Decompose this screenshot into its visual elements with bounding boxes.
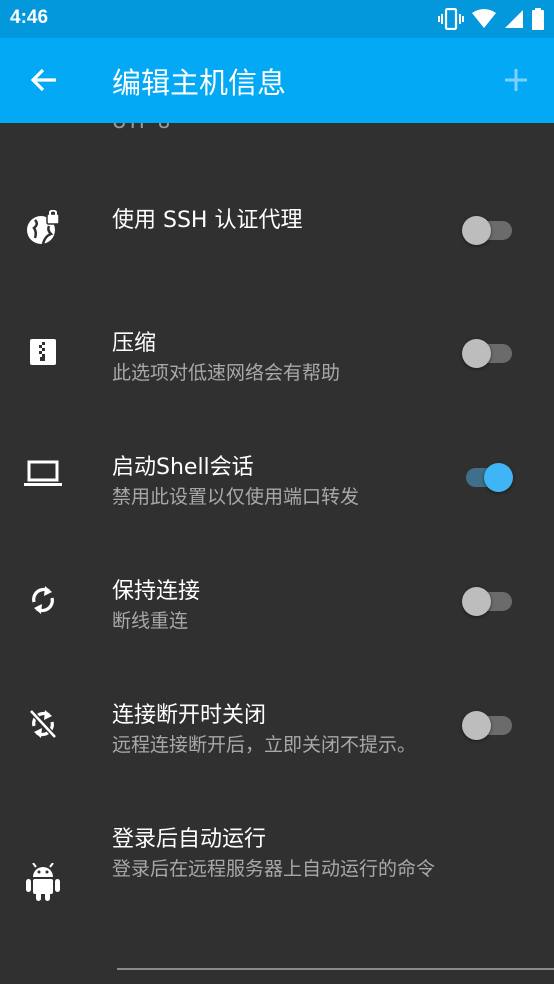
encoding-value-partial: UTF-8 (112, 123, 170, 133)
setting-subtitle-post-login: 登录后在远程服务器上自动运行的命令 (112, 858, 436, 880)
ssh-agent-switch[interactable] (462, 213, 512, 245)
input-underline (117, 968, 554, 970)
setting-row-post-login[interactable]: 登录后自动运行 登录后在远程服务器上自动运行的命令 (0, 789, 554, 939)
plus-icon (505, 69, 527, 91)
setting-title-ssh-agent: 使用 SSH 认证代理 (112, 208, 303, 233)
app-bar: 编辑主机信息 (0, 38, 554, 123)
setting-title-keep-alive: 保持连接 (112, 579, 201, 604)
setting-subtitle-shell-session: 禁用此设置以仅使用端口转发 (112, 486, 360, 508)
setting-row-close-on-disconnect[interactable]: 连接断开时关闭 远程连接断开后，立即关闭不提示。 (0, 665, 554, 789)
setting-title-shell-session: 启动Shell会话 (112, 455, 254, 480)
status-bar: 4:46 (0, 0, 554, 38)
laptop-icon (22, 453, 64, 495)
sync-icon (22, 579, 64, 621)
zip-file-icon (22, 331, 64, 373)
back-button[interactable] (22, 58, 66, 102)
switch-thumb (484, 463, 513, 492)
page-title: 编辑主机信息 (112, 66, 287, 100)
setting-subtitle-keep-alive: 断线重连 (112, 610, 189, 632)
shell-session-switch[interactable] (462, 460, 513, 492)
vibrate-icon (438, 8, 464, 30)
switch-thumb (462, 339, 491, 368)
add-button[interactable] (496, 60, 536, 100)
setting-subtitle-compression: 此选项对低速网络会有帮助 (112, 362, 341, 384)
setting-row-compression[interactable]: 压缩 此选项对低速网络会有帮助 (0, 293, 554, 417)
compression-switch[interactable] (462, 336, 512, 368)
setting-title-compression: 压缩 (112, 331, 157, 356)
globe-lock-icon (22, 207, 64, 249)
setting-row-keep-alive[interactable]: 保持连接 断线重连 (0, 541, 554, 665)
setting-title-close-on-disconnect: 连接断开时关闭 (112, 703, 267, 728)
status-time: 4:46 (10, 7, 49, 28)
close-on-disconnect-switch[interactable] (462, 708, 512, 740)
sync-disabled-icon (22, 703, 64, 745)
arrow-back-icon (30, 68, 56, 92)
switch-thumb (462, 587, 491, 616)
settings-list[interactable]: UTF-8 使用 SSH 认证代理 (0, 123, 554, 984)
android-icon (22, 861, 64, 903)
switch-thumb (462, 216, 491, 245)
status-icons (438, 8, 544, 30)
setting-subtitle-close-on-disconnect: 远程连接断开后，立即关闭不提示。 (112, 734, 417, 756)
keep-alive-switch[interactable] (462, 584, 512, 616)
setting-title-post-login: 登录后自动运行 (112, 827, 267, 852)
switch-thumb (462, 711, 491, 740)
signal-icon (505, 10, 523, 28)
battery-icon (532, 8, 544, 30)
setting-row-shell-session[interactable]: 启动Shell会话 禁用此设置以仅使用端口转发 (0, 417, 554, 541)
setting-row-ssh-agent[interactable]: 使用 SSH 认证代理 (0, 169, 554, 293)
wifi-icon (472, 9, 496, 28)
